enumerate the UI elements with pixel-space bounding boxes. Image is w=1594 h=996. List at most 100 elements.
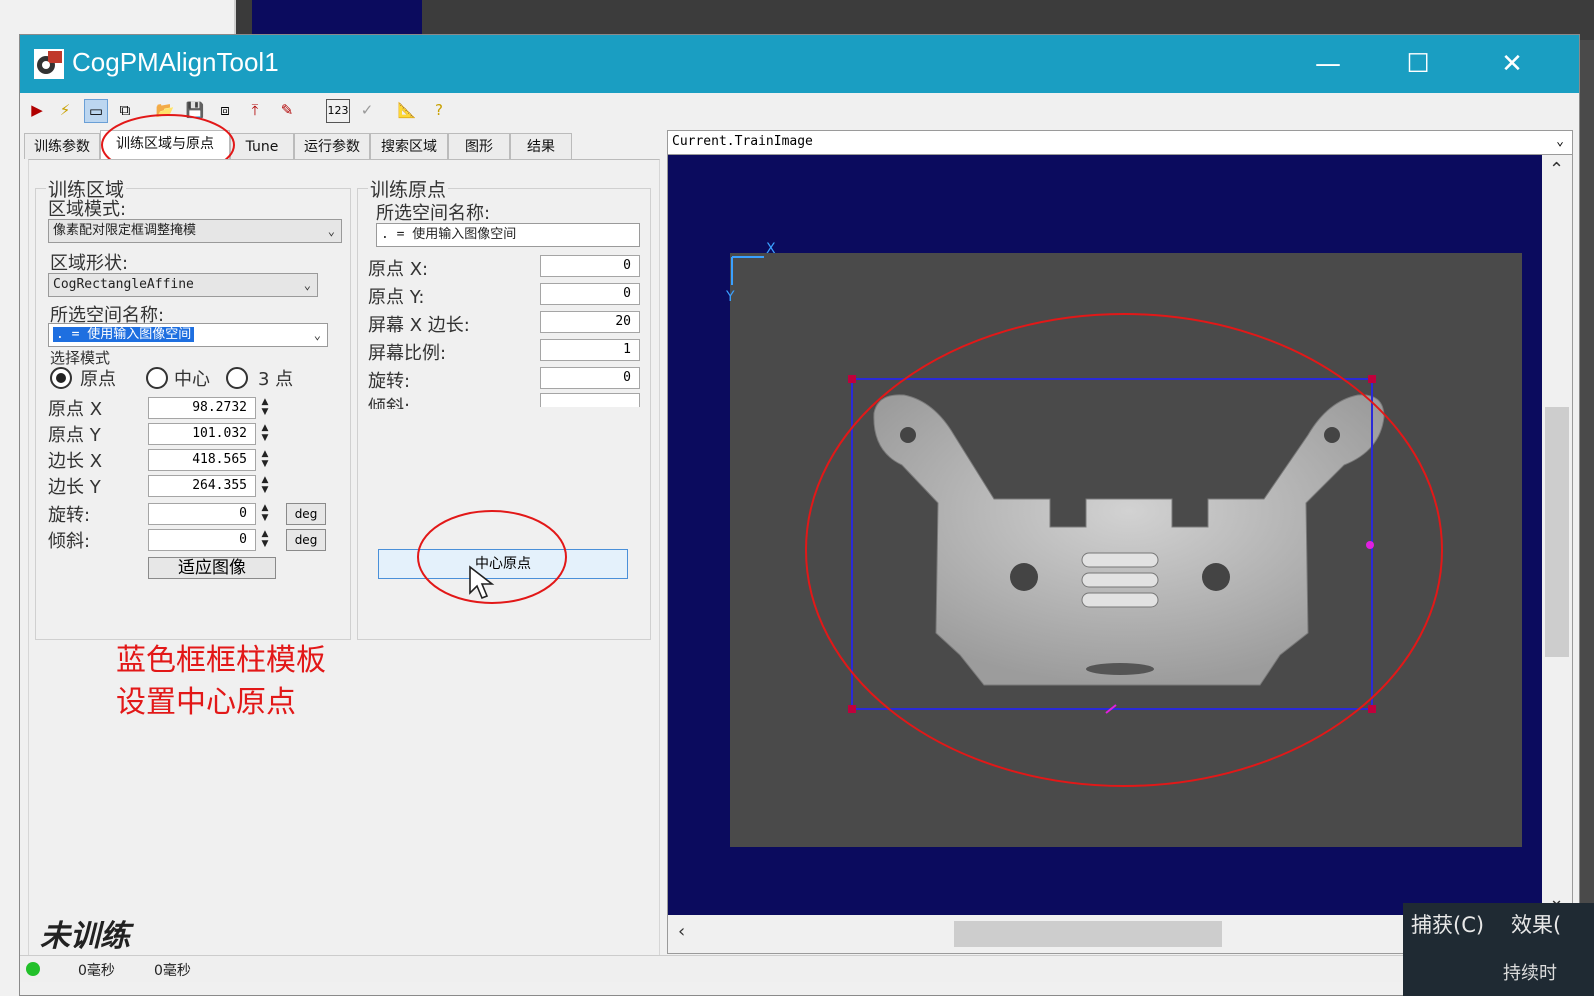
tab-run-params[interactable]: 运行参数	[294, 133, 370, 159]
screen-scale-label: 屏幕比例:	[368, 343, 447, 364]
origin-y-input[interactable]: 101.032	[148, 423, 256, 445]
tab-search-region[interactable]: 搜索区域	[370, 133, 448, 159]
screen-scale-input[interactable]: 1	[540, 339, 640, 361]
origin-x-spinner[interactable]: ▲ ▼	[258, 397, 272, 419]
space-name-select[interactable]: . = 使用输入图像空间 ⌄	[48, 323, 328, 347]
region-handle[interactable]	[848, 375, 856, 383]
train-skew-input[interactable]	[540, 393, 640, 407]
origin-space-display: . = 使用输入图像空间	[376, 223, 640, 247]
annotation-line-1: 蓝色框框柱模板	[116, 643, 326, 678]
train-region-group: 训练区域 区域模式: 像素配对限定框调整掩模 ⌄ 区域形状: CogRectang…	[35, 175, 351, 640]
image-selector[interactable]: Current.TrainImage ⌄	[668, 131, 1572, 155]
scroll-up-icon[interactable]: ⌃	[1549, 159, 1564, 180]
origin-y-spinner[interactable]: ▲ ▼	[258, 423, 272, 445]
length-x-input[interactable]: 418.565	[148, 449, 256, 471]
rotation-handle[interactable]	[1366, 541, 1374, 549]
skew-spinner[interactable]: ▲ ▼	[258, 529, 272, 551]
chevron-down-icon: ⌄	[327, 224, 335, 238]
train-image-canvas[interactable]: X Y	[668, 155, 1542, 915]
origin-y-label: 原点 Y	[48, 425, 101, 446]
region-handle[interactable]	[1368, 375, 1376, 383]
origin-x-input[interactable]: 98.2732	[148, 397, 256, 419]
skew-input[interactable]: 0	[148, 529, 256, 551]
status-time-2: 0毫秒	[154, 963, 191, 979]
chevron-down-icon: ⌄	[313, 328, 321, 342]
chevron-down-icon: ⌄	[303, 278, 311, 292]
help-icon[interactable]: ?	[428, 99, 450, 121]
region-handle[interactable]	[848, 705, 856, 713]
close-button[interactable]: ✕	[1490, 43, 1534, 85]
axis-y-label: Y	[725, 289, 735, 305]
mouse-cursor-icon	[469, 565, 495, 600]
capture-menu[interactable]: 捕获(C)	[1411, 909, 1484, 939]
run-icon[interactable]: ▶	[26, 99, 48, 121]
background-desktop-right	[1578, 40, 1594, 996]
radio-origin-label: 原点	[80, 369, 116, 390]
rotation-label: 旋转:	[48, 505, 91, 526]
chevron-down-icon: ⌄	[1556, 134, 1564, 149]
maximize-button[interactable]: ☐	[1396, 43, 1440, 85]
tab-train-params[interactable]: 训练参数	[24, 133, 100, 159]
scroll-left-icon[interactable]: ‹	[678, 921, 685, 942]
train-origin-title: 训练原点	[368, 175, 449, 202]
region-handle[interactable]	[1368, 705, 1376, 713]
train-rotation-input[interactable]: 0	[540, 367, 640, 389]
title-bar[interactable]: CogPMAlignTool1 — ☐ ✕	[20, 35, 1579, 93]
rotation-unit-button[interactable]: deg	[286, 503, 326, 525]
screen-x-length-label: 屏幕 X 边长:	[368, 315, 470, 336]
radio-origin[interactable]	[50, 367, 72, 389]
vertical-scrollbar[interactable]: ⌃ ⌄	[1542, 155, 1572, 915]
train-origin-x-label: 原点 X:	[368, 259, 429, 280]
annotation-line-2: 设置中心原点	[116, 685, 296, 720]
recorder-overlay-menu: 捕获(C) 效果( 持续时	[1403, 903, 1594, 996]
electric-icon[interactable]: ⚡	[54, 99, 76, 121]
train-status-text: 未训练	[40, 919, 130, 954]
region-shape-select[interactable]: CogRectangleAffine ⌄	[48, 273, 318, 297]
region-shape-label: 区域形状:	[50, 253, 129, 274]
image-display[interactable]: Current.TrainImage ⌄ X Y ⌃ ⌄ ‹	[667, 130, 1573, 954]
length-y-label: 边长 Y	[48, 477, 101, 498]
train-origin-y-input[interactable]: 0	[540, 283, 640, 305]
vertical-scroll-thumb[interactable]	[1545, 407, 1569, 657]
status-led-icon	[26, 962, 40, 976]
tab-graphics[interactable]: 图形	[448, 133, 510, 159]
app-icon	[34, 49, 64, 79]
radio-3-point[interactable]	[226, 367, 248, 389]
skew-label: 倾斜:	[48, 531, 91, 552]
pmalign-tool-window: CogPMAlignTool1 — ☐ ✕ ▶ ⚡ ▭ ⧉ 📂 💾 ⧈ ⤒ ✎ …	[19, 34, 1580, 996]
horizontal-scroll-thumb[interactable]	[954, 921, 1222, 947]
origin-space-label: 所选空间名称:	[376, 203, 491, 224]
length-x-label: 边长 X	[48, 451, 103, 472]
screen-x-length-input[interactable]: 20	[540, 311, 640, 333]
ruler-icon[interactable]: 📐	[396, 99, 418, 121]
radio-3-point-label: 3 点	[258, 369, 294, 390]
region-mode-select[interactable]: 像素配对限定框调整掩模 ⌄	[48, 219, 342, 243]
numeric-icon[interactable]: 123	[326, 99, 350, 123]
axis-x-label: X	[766, 241, 776, 257]
check-icon[interactable]: ✓	[356, 99, 378, 121]
skew-unit-button[interactable]: deg	[286, 529, 326, 551]
length-y-spinner[interactable]: ▲ ▼	[258, 475, 272, 497]
effects-menu[interactable]: 效果(	[1511, 909, 1561, 939]
length-y-input[interactable]: 264.355	[148, 475, 256, 497]
status-time-1: 0毫秒	[78, 963, 115, 979]
continuous-menu[interactable]: 持续时	[1503, 959, 1557, 985]
load-icon[interactable]: ⤒	[244, 99, 266, 121]
train-rotation-label: 旋转:	[368, 371, 411, 392]
status-bar: 0毫秒 0毫秒	[20, 955, 1579, 982]
region-mode-label: 区域模式:	[48, 199, 127, 220]
radio-center[interactable]	[146, 367, 168, 389]
toolbar: ▶ ⚡ ▭ ⧉ 📂 💾 ⧈ ⤒ ✎ 123 ✓ 📐 ?	[20, 93, 1579, 131]
rotation-input[interactable]: 0	[148, 503, 256, 525]
train-origin-y-label: 原点 Y:	[368, 287, 425, 308]
rotation-spinner[interactable]: ▲ ▼	[258, 503, 272, 525]
length-x-spinner[interactable]: ▲ ▼	[258, 449, 272, 471]
origin-x-label: 原点 X	[48, 399, 103, 420]
train-origin-x-input[interactable]: 0	[540, 255, 640, 277]
fit-image-button[interactable]: 适应图像	[148, 557, 276, 579]
window-title: CogPMAlignTool1	[72, 47, 279, 77]
brush-icon[interactable]: ✎	[276, 99, 298, 121]
tab-results[interactable]: 结果	[510, 133, 572, 159]
minimize-button[interactable]: —	[1306, 43, 1350, 85]
train-skew-label: 倾斜:	[368, 397, 411, 409]
